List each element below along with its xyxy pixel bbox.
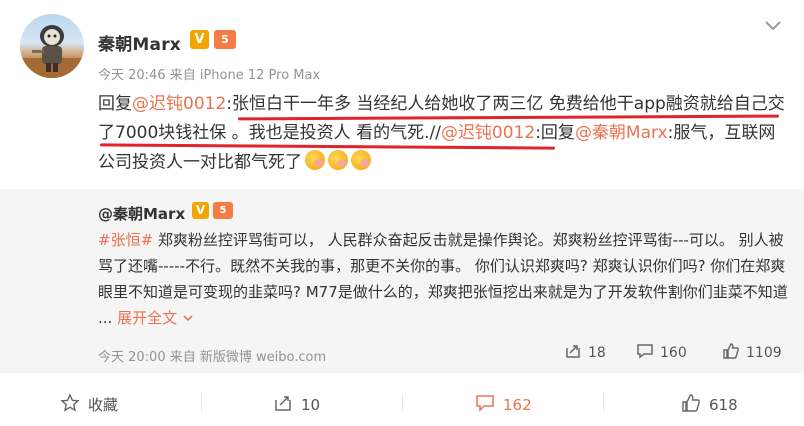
repost-icon	[275, 396, 291, 411]
quoted-comment-count: 160	[660, 345, 687, 361]
post-meta: 今天 20:46 来自 iPhone 12 Pro Max	[98, 68, 321, 83]
star-icon	[60, 393, 80, 412]
post-action-bar: 收藏 10 162 618	[0, 380, 804, 426]
comment-button[interactable]: 162	[475, 393, 532, 414]
weibo-post-card: 秦朝Marx V 5 今天 20:46 来自 iPhone 12 Pro Max…	[0, 0, 804, 426]
favorite-label: 收藏	[88, 396, 119, 414]
emoji-group	[302, 148, 371, 177]
quoted-meta: 今天 20:00 来自 新版微博 weibo.com	[98, 350, 327, 365]
emoji-icon	[351, 150, 371, 170]
favorite-button[interactable]: 收藏	[60, 393, 118, 415]
avatar[interactable]	[20, 14, 84, 78]
expand-label: 展开全文	[117, 309, 178, 327]
quoted-post[interactable]: @秦朝Marx V 5 #张恒# 郑爽粉丝控评骂街可以， 人民群众奋起反击就是操…	[0, 189, 804, 373]
level-badge: 5	[213, 202, 233, 219]
repost-button[interactable]: 10	[273, 393, 320, 414]
quoted-comment-button[interactable]: 160	[636, 342, 687, 361]
level-badge-text: 5	[219, 205, 227, 216]
like-count: 618	[709, 396, 738, 414]
expand-full-text-link[interactable]: 展开全文	[117, 309, 194, 327]
quoted-text: #张恒# 郑爽粉丝控评骂街可以， 人民群众奋起反击就是操作舆论。郑爽粉丝控评骂街…	[98, 227, 788, 331]
divider	[201, 394, 202, 412]
comment-icon	[476, 395, 494, 412]
quoted-repost-button[interactable]: 18	[564, 342, 606, 361]
quoted-repost-count: 18	[588, 345, 606, 361]
divider	[402, 394, 403, 412]
comment-icon	[637, 344, 653, 359]
repost-icon	[566, 345, 580, 358]
divider	[603, 394, 604, 412]
post-username[interactable]: 秦朝Marx	[98, 30, 181, 55]
quoted-username[interactable]: @秦朝Marx	[98, 203, 185, 224]
mention-link[interactable]: @秦朝Marx	[575, 123, 668, 143]
mention-link[interactable]: @迟钝0012	[132, 94, 226, 114]
verified-badge: V	[192, 202, 209, 219]
quoted-body-text: 郑爽粉丝控评骂街可以， 人民群众奋起反击就是操作舆论。郑爽粉丝控评骂街---可以…	[98, 231, 788, 327]
more-options-chevron-icon[interactable]	[762, 18, 784, 34]
emoji-icon	[305, 150, 325, 170]
thumbs-up-icon	[723, 343, 739, 359]
level-badge: 5	[214, 30, 236, 49]
mention-link[interactable]: @迟钝0012	[441, 123, 535, 143]
reply-prefix: 回复	[98, 94, 132, 114]
comment-count: 162	[503, 396, 532, 414]
level-badge-text: 5	[221, 33, 229, 46]
quoted-like-button[interactable]: 1109	[722, 342, 782, 361]
like-button[interactable]: 618	[681, 393, 738, 414]
post-body-text: :回复	[535, 123, 575, 143]
post-text: 回复@迟钝0012:张恒白干一年多 当经纪人给她收了两三亿 免费给他干app融资…	[98, 90, 788, 178]
emoji-icon	[328, 150, 348, 170]
topic-link[interactable]: #张恒#	[98, 231, 153, 249]
verified-badge: V	[190, 30, 209, 49]
chevron-down-icon	[183, 315, 193, 322]
repost-count: 10	[301, 396, 321, 414]
thumbs-up-icon	[682, 394, 700, 412]
quoted-like-count: 1109	[746, 345, 782, 361]
